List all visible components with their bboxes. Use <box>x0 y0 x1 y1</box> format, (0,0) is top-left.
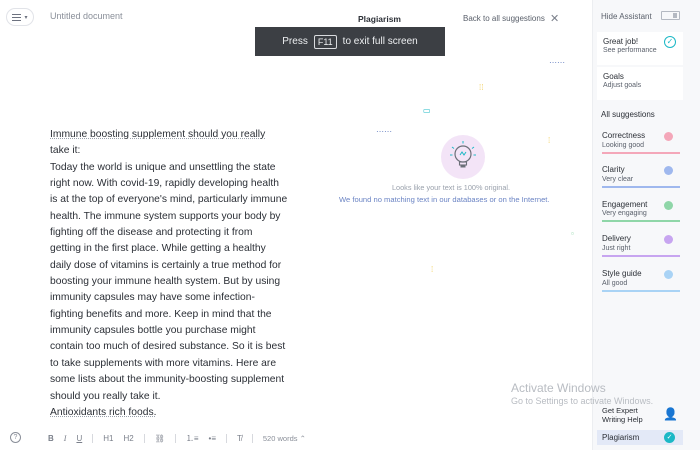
category-dot <box>664 166 673 175</box>
text-line: is at the top of everyone's mind, partic… <box>50 194 288 206</box>
confetti-decoration: ⋯⋯ <box>376 127 392 136</box>
category-correctness[interactable]: Correctness <box>602 131 645 140</box>
performance-link[interactable]: See performance <box>603 47 657 54</box>
goals-link[interactable]: Adjust goals <box>603 82 641 89</box>
link-icon[interactable]: ⛓ <box>155 434 165 443</box>
category-status: Just right <box>602 245 631 252</box>
text-line: take it: <box>50 145 81 157</box>
text-line: contain too much of desired substance. S… <box>50 341 286 353</box>
plagiarism-panel-title: Plagiarism <box>358 14 401 24</box>
help-icon[interactable]: ? <box>10 432 21 443</box>
toolbar-divider <box>92 433 94 443</box>
windows-activation-title: Activate Windows <box>511 381 606 395</box>
toast-key: F11 <box>313 34 337 49</box>
performance-title: Great job! <box>603 37 639 46</box>
text-line: to take supplements with more vitamins. … <box>50 357 277 369</box>
italic-button[interactable]: I <box>64 434 67 443</box>
check-icon: ✓ <box>664 36 676 48</box>
menu-icon <box>12 13 22 21</box>
plagiarism-button-label: Plagiarism <box>602 433 640 442</box>
text-line: some lists about the immunity-boosting s… <box>50 374 285 386</box>
fullscreen-toast: Press F11 to exit full screen <box>255 27 445 56</box>
chevron-down-icon: ▾ <box>24 14 28 21</box>
category-bar <box>602 152 680 154</box>
menu-button[interactable]: ▾ <box>6 8 34 26</box>
hide-assistant-button[interactable]: Hide Assistant <box>601 12 652 21</box>
category-dot <box>664 235 673 244</box>
lightbulb-icon <box>441 135 485 179</box>
text-line: fighting benefits and more. Keep in mind… <box>50 308 272 320</box>
category-bar <box>602 186 680 188</box>
toolbar-divider <box>143 433 145 443</box>
category-engagement[interactable]: Engagement <box>602 200 647 209</box>
back-to-suggestions-link[interactable]: Back to all suggestions <box>463 14 545 23</box>
text-line: getting in the first place. While gettin… <box>50 243 266 255</box>
text-line: Immune boosting supplement should you re… <box>50 129 266 140</box>
editor-text-area[interactable]: Immune boosting supplement should you re… <box>50 127 300 421</box>
category-clarity[interactable]: Clarity <box>602 165 625 174</box>
close-icon[interactable]: ✕ <box>550 12 559 25</box>
category-dot <box>664 201 673 210</box>
category-delivery[interactable]: Delivery <box>602 234 631 243</box>
get-expert-help-button[interactable]: Get Expert Writing Help <box>602 406 643 424</box>
text-line: boosting your immune health system. But … <box>50 276 281 288</box>
text-line: immunity capsules bottle you purchase mi… <box>50 325 256 337</box>
panel-toggle-icon[interactable] <box>661 11 680 20</box>
confetti-decoration: ▭ <box>423 106 431 115</box>
underline-button[interactable]: U <box>76 434 82 443</box>
word-count[interactable]: 520 words ⌃ <box>263 434 306 443</box>
confetti-decoration: ▫ <box>571 229 574 238</box>
toast-suffix: to exit full screen <box>342 36 418 47</box>
all-suggestions-link[interactable]: All suggestions <box>601 110 655 119</box>
category-status: Very engaging <box>602 210 647 217</box>
text-line: daily dose of vitamins is certainly a tr… <box>50 259 282 271</box>
windows-activation-subtitle: Go to Settings to activate Windows. <box>511 396 654 406</box>
toast-prefix: Press <box>282 36 308 47</box>
bold-button[interactable]: B <box>48 434 54 443</box>
confetti-decoration: ⁞ <box>431 265 434 274</box>
text-line: immunity capsules may have some infectio… <box>50 292 255 304</box>
category-status: Looking good <box>602 142 645 149</box>
clear-format-button[interactable]: T̸ <box>237 434 242 443</box>
text-line: right now. With covid-19, rapidly develo… <box>50 178 279 190</box>
text-line: should you really take it. <box>50 390 161 402</box>
category-bar <box>602 220 680 222</box>
ordered-list-button[interactable]: ⒈≡ <box>186 433 199 444</box>
heading2-button[interactable]: H2 <box>123 434 133 443</box>
get-expert-line: Writing Help <box>602 415 643 424</box>
category-dot <box>664 270 673 279</box>
text-line: health. The immune system supports your … <box>50 210 281 222</box>
bullet-list-button[interactable]: •≡ <box>209 434 216 443</box>
category-bar <box>602 255 680 257</box>
goals-title: Goals <box>603 72 624 81</box>
category-dot <box>664 132 673 141</box>
document-title[interactable]: Untitled document <box>50 11 123 21</box>
text-line: fighting off the disease and protecting … <box>50 227 253 239</box>
toolbar-divider <box>226 433 227 443</box>
check-icon: ✓ <box>664 432 675 443</box>
confetti-decoration: ⋯⋯ <box>549 58 565 67</box>
category-bar <box>602 290 680 292</box>
toolbar-divider <box>251 433 253 443</box>
toolbar-divider <box>174 433 176 443</box>
plagiarism-result-secondary: We found no matching text in our databas… <box>339 195 550 204</box>
plagiarism-result-primary: Looks like your text is 100% original. <box>392 183 511 192</box>
text-line: Today the world is unique and unsettling… <box>50 161 276 173</box>
category-status: Very clear <box>602 176 634 183</box>
category-style-guide[interactable]: Style guide <box>602 269 642 278</box>
confetti-decoration: ⁞⁞ <box>479 83 484 92</box>
heading1-button[interactable]: H1 <box>103 434 113 443</box>
get-expert-line: Get Expert <box>602 406 638 415</box>
confetti-decoration: ⁞ <box>548 136 551 145</box>
expert-icon[interactable]: 👤 <box>663 407 678 421</box>
format-toolbar: B I U H1 H2 ⛓ ⒈≡ •≡ T̸ 520 words ⌃ <box>48 432 306 444</box>
category-status: All good <box>602 280 628 287</box>
text-line: Antioxidants rich foods. <box>50 406 157 418</box>
